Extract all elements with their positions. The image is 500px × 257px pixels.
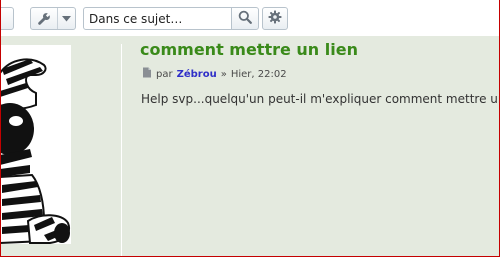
window-frame (0, 0, 500, 257)
